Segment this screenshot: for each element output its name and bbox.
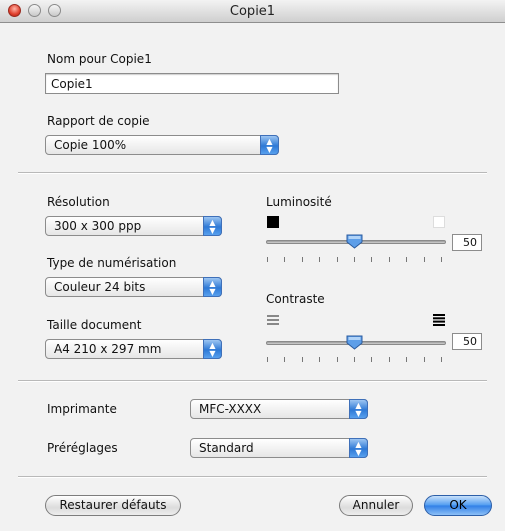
ok-button[interactable]: OK [424, 495, 492, 516]
resolution-value: 300 x 300 ppp [54, 219, 142, 233]
contrast-slider-thumb[interactable] [346, 335, 363, 350]
printer-value: MFC-XXXX [199, 402, 262, 416]
brightness-slider-thumb[interactable] [346, 234, 363, 249]
popup-arrows-icon: ▲ ▼ [349, 399, 368, 419]
popup-arrows-icon: ▲ ▼ [349, 438, 368, 458]
slider-tick [424, 257, 425, 262]
brightness-label: Luminosité [266, 195, 332, 209]
presets-value: Standard [199, 441, 254, 455]
popup-arrows-icon: ▲ ▼ [203, 216, 222, 236]
separator [18, 172, 487, 174]
contrast-label: Contraste [266, 292, 325, 306]
slider-tick [406, 357, 407, 362]
slider-tick [441, 357, 442, 362]
printer-label: Imprimante [47, 402, 117, 416]
printer-popup[interactable]: MFC-XXXX ▲ ▼ [190, 399, 368, 419]
doc-size-label: Taille document [47, 318, 142, 332]
dark-square-icon [267, 216, 279, 228]
separator [18, 476, 487, 478]
doc-size-popup[interactable]: A4 210 x 297 mm ▲ ▼ [45, 339, 222, 359]
popup-arrows-icon: ▲ ▼ [203, 277, 222, 297]
restore-defaults-button[interactable]: Restaurer défauts [45, 495, 181, 516]
slider-tick [267, 257, 268, 262]
popup-arrows-icon: ▲ ▼ [203, 339, 222, 359]
slider-tick [337, 357, 338, 362]
name-field[interactable]: Copie1 [45, 73, 339, 94]
light-square-icon [433, 216, 445, 228]
window-title: Copie1 [229, 4, 276, 19]
scan-type-value: Couleur 24 bits [54, 280, 146, 294]
copy-ratio-popup[interactable]: Copie 100% ▲ ▼ [45, 135, 279, 155]
slider-tick [354, 357, 355, 362]
high-contrast-icon [433, 314, 445, 326]
window-titlebar[interactable]: Copie1 [0, 0, 505, 23]
brightness-value-field[interactable]: 50 [452, 234, 482, 251]
resolution-label: Résolution [47, 195, 110, 209]
slider-tick [441, 257, 442, 262]
separator [18, 380, 487, 382]
slider-tick [302, 257, 303, 262]
low-contrast-icon [267, 315, 279, 325]
scan-type-label: Type de numérisation [47, 256, 177, 270]
name-label: Nom pour Copie1 [47, 52, 152, 66]
contrast-ticks [267, 357, 442, 363]
slider-tick [284, 357, 285, 362]
slider-tick [267, 357, 268, 362]
slider-tick [337, 257, 338, 262]
slider-tick [389, 257, 390, 262]
slider-tick [319, 257, 320, 262]
slider-tick [424, 357, 425, 362]
cancel-button[interactable]: Annuler [339, 495, 413, 516]
popup-arrows-icon: ▲ ▼ [260, 135, 279, 155]
presets-label: Préréglages [47, 441, 118, 455]
copy-ratio-label: Rapport de copie [47, 114, 150, 128]
slider-tick [284, 257, 285, 262]
presets-popup[interactable]: Standard ▲ ▼ [190, 438, 368, 458]
doc-size-value: A4 210 x 297 mm [54, 342, 162, 356]
slider-tick [354, 257, 355, 262]
slider-tick [371, 357, 372, 362]
contrast-value-field[interactable]: 50 [452, 333, 482, 350]
slider-tick [319, 357, 320, 362]
resolution-popup[interactable]: 300 x 300 ppp ▲ ▼ [45, 216, 222, 236]
slider-tick [389, 357, 390, 362]
brightness-ticks [267, 257, 442, 263]
copy-ratio-value: Copie 100% [54, 138, 127, 152]
scan-type-popup[interactable]: Couleur 24 bits ▲ ▼ [45, 277, 222, 297]
slider-tick [302, 357, 303, 362]
slider-tick [406, 257, 407, 262]
slider-tick [371, 257, 372, 262]
